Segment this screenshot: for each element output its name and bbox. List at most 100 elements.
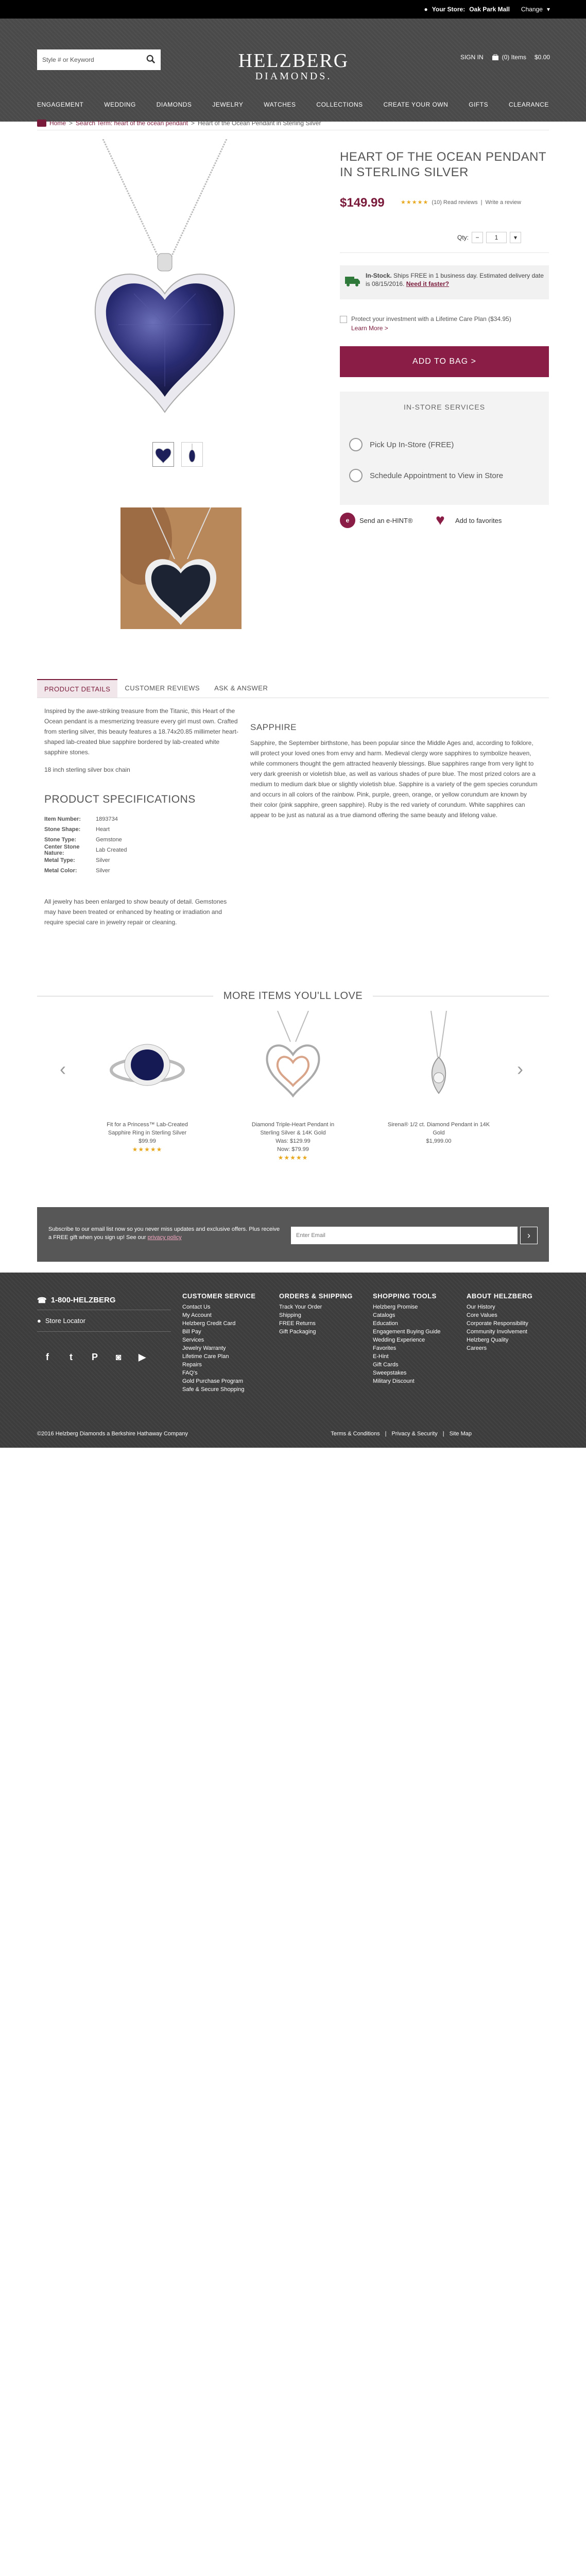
tab-ask-answer[interactable]: ASK & ANSWER [207,679,275,698]
tab-customer-reviews[interactable]: CUSTOMER REVIEWS [117,679,207,698]
footer-link[interactable]: Helzberg Credit Card [182,1319,256,1328]
nav-create-your-own[interactable]: CREATE YOUR OWN [384,101,449,108]
add-to-bag-button[interactable]: ADD TO BAG > [340,346,549,377]
read-reviews-link[interactable]: (10) Read reviews [432,199,477,206]
youtube-icon[interactable]: ▶ [135,1350,149,1364]
footer-link[interactable]: Bill Pay [182,1328,256,1336]
footer-link[interactable]: Services [182,1336,256,1344]
facebook-icon[interactable]: f [40,1350,55,1364]
qty-decrease-button[interactable]: − [472,232,484,243]
item-name[interactable]: Fit for a Princess™ Lab-Created Sapphire… [96,1121,199,1137]
thumbnail-1[interactable] [152,442,174,467]
schedule-appointment-option[interactable]: Schedule Appointment to View in Store [349,469,503,482]
need-it-faster-link[interactable]: Need it faster? [406,280,449,287]
terms-link[interactable]: Terms & Conditions [331,1431,380,1437]
nav-gifts[interactable]: GIFTS [469,101,488,108]
recommended-item[interactable]: Fit for a Princess™ Lab-Created Sapphire… [96,1011,199,1154]
recommended-item[interactable]: Sirena® 1/2 ct. Diamond Pendant in 14K G… [387,1010,490,1145]
item-image[interactable] [242,1010,344,1114]
carousel-next-arrow-icon[interactable]: › [517,1059,527,1079]
footer-link[interactable]: Favorites [373,1344,440,1352]
footer-link[interactable]: Military Discount [373,1377,440,1385]
home-icon[interactable] [37,120,46,127]
care-plan-checkbox[interactable] [340,316,347,323]
footer-link[interactable]: Safe & Secure Shopping [182,1385,256,1394]
nav-diamonds[interactable]: DIAMONDS [157,101,192,108]
footer-link[interactable]: Gold Purchase Program [182,1377,256,1385]
nav-clearance[interactable]: CLEARANCE [509,101,549,108]
nav-wedding[interactable]: WEDDING [104,101,136,108]
footer-link[interactable]: Catalogs [373,1311,440,1319]
nav-collections[interactable]: COLLECTIONS [316,101,363,108]
footer-link[interactable]: Sweepstakes [373,1369,440,1377]
privacy-policy-link[interactable]: privacy policy [148,1234,182,1241]
footer-link[interactable]: E-Hint [373,1352,440,1361]
footer-link[interactable]: Careers [467,1344,532,1352]
footer-link[interactable]: My Account [182,1311,256,1319]
phone-link[interactable]: ☎ 1-800-HELZBERG [37,1296,116,1305]
nav-watches[interactable]: WATCHES [264,101,296,108]
store-locator-link[interactable]: ● Store Locator [37,1317,85,1325]
schedule-radio[interactable] [349,469,363,482]
nav-jewelry[interactable]: JEWELRY [212,101,243,108]
footer-link[interactable]: Helzberg Quality [467,1336,532,1344]
search-input[interactable]: Style # or Keyword [37,49,161,70]
thumbnail-2[interactable] [181,442,203,467]
footer-link[interactable]: Helzberg Promise [373,1303,440,1311]
lifestyle-photo[interactable] [120,507,242,629]
pickup-in-store-option[interactable]: Pick Up In-Store (FREE) [349,438,454,451]
qty-increase-button[interactable]: ▾ [510,232,522,243]
item-name[interactable]: Diamond Triple-Heart Pendant in Sterling… [242,1121,344,1137]
instagram-icon[interactable]: ◙ [111,1350,126,1364]
footer-legal-links: Terms & Conditions | Privacy & Security … [331,1431,472,1437]
email-submit-button[interactable]: › [520,1227,538,1244]
shopping-bag-button[interactable]: (0) Items [492,54,526,61]
sapphire-heading: SAPPHIRE [250,722,297,732]
footer-link[interactable]: Engagement Buying Guide [373,1328,440,1336]
change-store-link[interactable]: Change [521,6,543,13]
product-price: $149.99 [340,196,385,210]
tab-product-details[interactable]: PRODUCT DETAILS [37,679,118,698]
pinterest-icon[interactable]: P [88,1350,102,1364]
footer-link[interactable]: Our History [467,1303,532,1311]
footer-link[interactable]: Community Involvement [467,1328,532,1336]
helzberg-logo[interactable]: HELZBERG DIAMONDS. [232,50,355,81]
footer-link[interactable]: Jewelry Warranty [182,1344,256,1352]
sitemap-link[interactable]: Site Map [450,1431,472,1437]
footer-link[interactable]: Core Values [467,1311,532,1319]
footer-link[interactable]: Shipping [279,1311,353,1319]
qty-input[interactable]: 1 [486,232,507,243]
learn-more-link[interactable]: Learn More > [351,325,511,332]
footer-link[interactable]: Lifetime Care Plan [182,1352,256,1361]
recommended-item[interactable]: Diamond Triple-Heart Pendant in Sterling… [242,1010,344,1162]
sapphire-text: Sapphire, the September birthstone, has … [250,739,538,819]
item-image[interactable] [387,1010,490,1114]
search-icon[interactable] [146,55,156,64]
pickup-radio[interactable] [349,438,363,451]
footer-link[interactable]: Gift Packaging [279,1328,353,1336]
write-review-link[interactable]: Write a review [485,199,521,206]
breadcrumb-home[interactable]: Home [49,120,66,127]
product-main-image[interactable] [82,139,247,422]
sign-in-link[interactable]: SIGN IN [460,54,484,61]
breadcrumb-search[interactable]: Search Term: heart of the ocean pendant [76,120,188,127]
footer-link[interactable]: FREE Returns [279,1319,353,1328]
footer-link[interactable]: Track Your Order [279,1303,353,1311]
nav-engagement[interactable]: ENGAGEMENT [37,101,83,108]
footer-link[interactable]: Contact Us [182,1303,256,1311]
footer-link[interactable]: Wedding Experience [373,1336,440,1344]
carousel-prev-arrow-icon[interactable]: ‹ [60,1059,70,1079]
item-image[interactable] [96,1011,199,1114]
footer-link[interactable]: FAQ's [182,1369,256,1377]
heart-icon: ♥ [436,512,445,529]
item-name[interactable]: Sirena® 1/2 ct. Diamond Pendant in 14K G… [387,1121,490,1137]
footer-link[interactable]: Repairs [182,1361,256,1369]
send-ehint-button[interactable]: e Send an e-HINT® [340,513,413,528]
footer-link[interactable]: Education [373,1319,440,1328]
twitter-icon[interactable]: t [64,1350,78,1364]
add-to-favorites-button[interactable]: ♥ Add to favorites [436,513,502,528]
footer-link[interactable]: Corporate Responsibility [467,1319,532,1328]
footer-link[interactable]: Gift Cards [373,1361,440,1369]
email-input[interactable]: Enter Email [291,1227,518,1244]
privacy-link[interactable]: Privacy & Security [391,1431,437,1437]
